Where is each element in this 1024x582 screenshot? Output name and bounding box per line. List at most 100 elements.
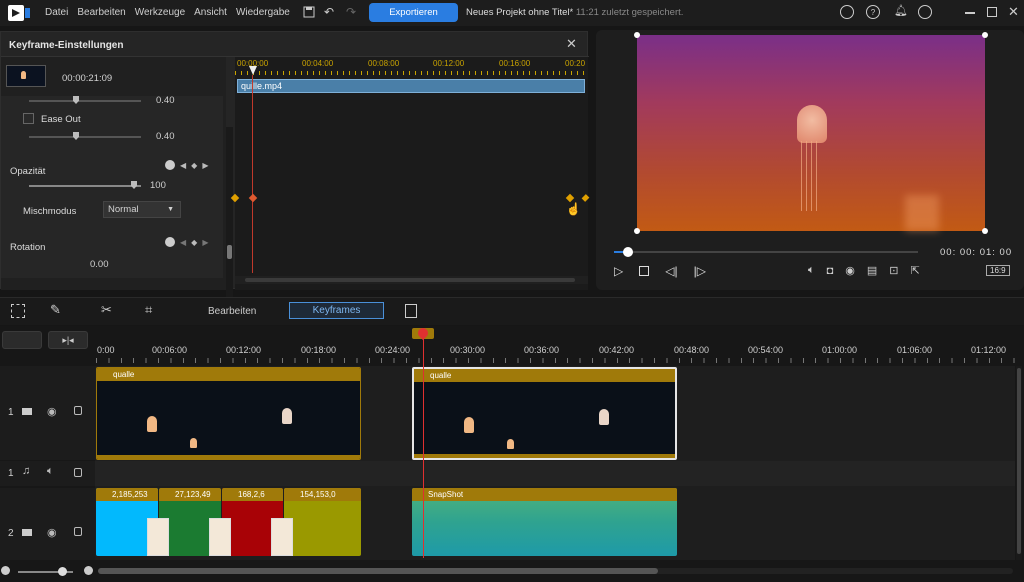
zoom-fit-icon[interactable]: ⊡ [889, 264, 898, 277]
opacity-label: Opazität [10, 166, 46, 177]
video-clip-a[interactable]: qualle [96, 367, 361, 460]
kf-keyframe-diamond-icon[interactable] [565, 193, 575, 203]
jellyfish-thumb [507, 439, 514, 449]
volume-icon[interactable]: 🔈︎ [808, 264, 815, 277]
pen-tool-icon[interactable]: ✎ [50, 302, 61, 318]
subtitle-icon[interactable]: ▤ [867, 264, 877, 277]
popout-icon[interactable]: ⇱ [911, 264, 920, 277]
settings-icon[interactable] [840, 5, 854, 19]
minimize-icon[interactable] [965, 12, 975, 14]
snapshot-camera-icon[interactable]: ◘ [827, 265, 834, 277]
lock-icon[interactable] [74, 468, 82, 477]
split-scissors-icon[interactable]: ✂ [101, 302, 112, 318]
tab-keyframes-label: Keyframes [312, 305, 361, 316]
zoom-out-icon[interactable] [1, 566, 10, 575]
visibility-eye-icon[interactable]: ◉ [47, 405, 57, 418]
stop-icon[interactable] [639, 266, 650, 276]
timeline-ruler-label: 00:54:00 [748, 345, 784, 355]
maximize-icon[interactable] [987, 7, 997, 17]
close-window-icon[interactable]: ✕ [1008, 4, 1019, 20]
preview-scrubber-thumb[interactable] [623, 247, 633, 257]
tab-keyframes[interactable]: Keyframes [289, 302, 384, 319]
lock-icon[interactable] [74, 527, 82, 536]
menu-file[interactable]: Datei [45, 7, 68, 18]
next-frame-icon[interactable]: |▷ [694, 264, 706, 278]
zoom-in-icon[interactable] [84, 566, 93, 575]
jellyfish-thumb [282, 408, 292, 424]
transition-thumbnail[interactable] [271, 518, 293, 556]
corner-handle[interactable] [634, 32, 640, 38]
zoom-slider[interactable] [18, 567, 73, 576]
value-slider-thumb[interactable] [73, 96, 79, 104]
reset-icon[interactable] [165, 160, 175, 170]
undo-icon[interactable]: ↶ [324, 5, 334, 19]
redo-icon[interactable]: ↷ [346, 5, 356, 19]
account-icon[interactable] [918, 5, 932, 19]
clip-thumbnail [6, 65, 46, 87]
previous-frame-icon[interactable]: ◁| [665, 264, 677, 278]
corner-handle[interactable] [982, 32, 988, 38]
export-button[interactable]: Exportieren [369, 3, 458, 22]
save-icon[interactable] [302, 5, 316, 19]
properties-scrollbar[interactable] [226, 127, 233, 303]
next-keyframe-icon[interactable]: ▶ [202, 161, 208, 170]
more-tools-icon[interactable] [405, 304, 417, 318]
menu-playback[interactable]: Wiedergabe [236, 7, 290, 18]
close-panel-icon[interactable]: ✕ [566, 36, 577, 52]
color-clip-2-label: 27,123,49 [159, 488, 221, 501]
video-clip-b[interactable]: qualle [412, 367, 677, 460]
fit-timeline-button[interactable]: ▸|◂ [48, 331, 88, 349]
kf-keyframe-diamond-icon[interactable] [248, 193, 258, 203]
timeline-horizontal-scrollbar[interactable] [98, 568, 1013, 574]
ease-out-slider-track[interactable] [29, 136, 141, 138]
timeline-ruler-label: 01:12:00 [971, 345, 1007, 355]
timeline-ruler-label: 00:18:00 [301, 345, 337, 355]
menu-view[interactable]: Ansicht [194, 7, 227, 18]
select-tool-icon[interactable] [11, 304, 25, 318]
music-note-icon: ♫ [22, 465, 31, 477]
notification-bell-icon[interactable]: 🔔︎ [894, 4, 908, 17]
kf-keyframe-diamond-icon[interactable] [581, 194, 590, 202]
visibility-eye-icon[interactable]: ◉ [47, 526, 57, 539]
mute-speaker-icon[interactable]: 🔈︎ [47, 465, 54, 478]
help-icon[interactable]: ? [866, 5, 880, 19]
corner-handle[interactable] [634, 228, 640, 234]
ease-out-slider-thumb[interactable] [73, 132, 79, 140]
aspect-ratio-badge[interactable]: 16:9 [986, 265, 1010, 276]
value-slider-track[interactable] [29, 100, 141, 102]
opacity-slider-thumb[interactable] [131, 181, 137, 189]
preview-scrubber[interactable] [614, 247, 918, 257]
rotation-next-keyframe-icon[interactable]: ▶ [202, 238, 208, 247]
timeline-ruler-label: 00:36:00 [524, 345, 560, 355]
quality-icon[interactable]: ◉ [845, 264, 855, 277]
lock-icon[interactable] [74, 406, 82, 415]
blend-mode-value: Normal [108, 204, 139, 215]
keyframe-panel: Keyframe-Einstellungen ✕ 00:00:21:09 0.4… [0, 31, 590, 303]
color-clip-4-label: 154,153,0 [284, 488, 361, 501]
blend-mode-select[interactable]: Normal ▼ [103, 201, 181, 218]
rotation-add-keyframe-icon[interactable]: ◆ [191, 238, 197, 247]
color-clip-4[interactable]: 154,153,0 [284, 488, 361, 556]
rotation-prev-keyframe-icon[interactable]: ◀ [180, 238, 186, 247]
prev-keyframe-icon[interactable]: ◀ [180, 161, 186, 170]
crop-icon[interactable]: ⌗ [145, 302, 152, 318]
opacity-slider-track[interactable] [29, 185, 141, 187]
kf-clip-bar[interactable]: quille.mp4 [237, 79, 585, 93]
menu-tools[interactable]: Werkzeuge [135, 7, 185, 18]
corner-handle[interactable] [982, 228, 988, 234]
tab-edit[interactable]: Bearbeiten [208, 306, 256, 317]
menu-edit[interactable]: Bearbeiten [77, 7, 125, 18]
transition-thumbnail[interactable] [209, 518, 231, 556]
ease-out-checkbox[interactable] [23, 113, 34, 124]
add-track-button[interactable] [2, 331, 42, 349]
preview-video[interactable] [634, 32, 988, 234]
blend-mode-label: Mischmodus [23, 206, 77, 217]
play-icon[interactable]: ▷ [614, 264, 623, 278]
kf-horizontal-scrollbar[interactable] [235, 276, 588, 284]
timeline-vertical-scrollbar[interactable] [1016, 366, 1022, 560]
timeline-ruler-label: 01:00:00 [822, 345, 858, 355]
rotation-reset-icon[interactable] [165, 237, 175, 247]
add-keyframe-icon[interactable]: ◆ [191, 161, 197, 170]
transition-thumbnail[interactable] [147, 518, 169, 556]
snapshot-clip[interactable]: SnapShot [412, 488, 677, 556]
